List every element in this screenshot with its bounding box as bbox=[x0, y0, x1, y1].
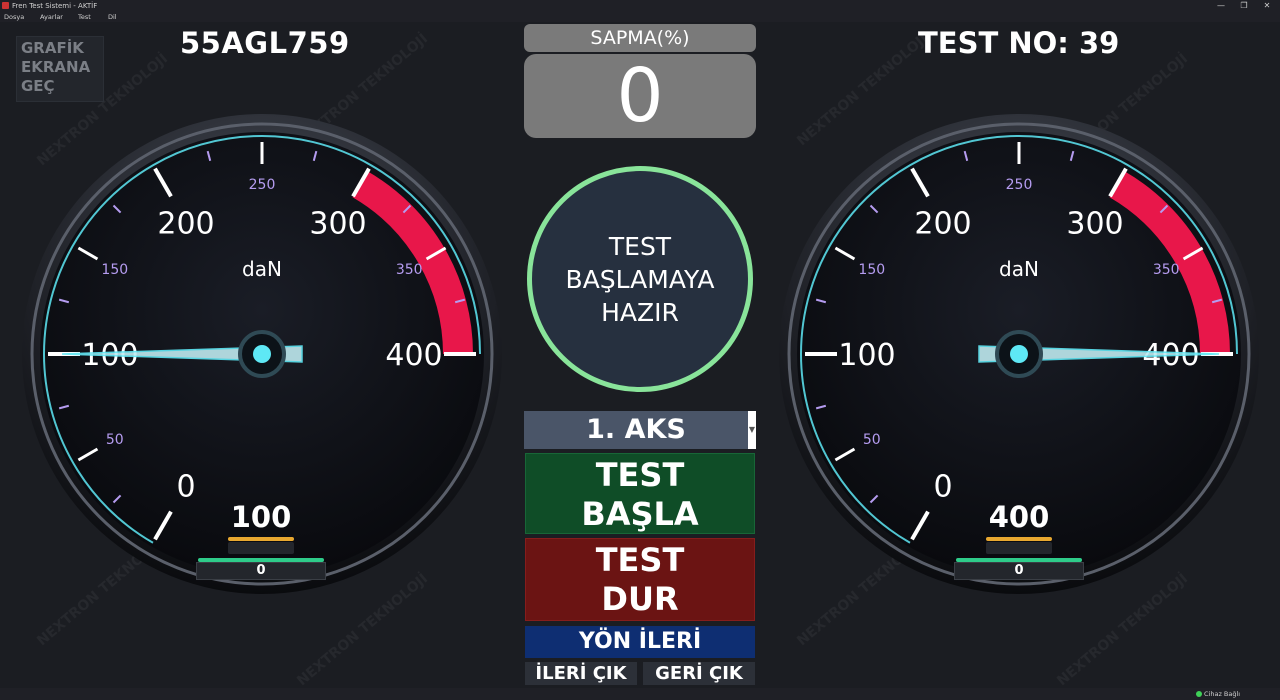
graphic-screen-button[interactable]: GRAFİK EKRANA GEÇ bbox=[16, 36, 104, 102]
right-readout-underline bbox=[986, 537, 1052, 541]
gauge-major-label: 100 bbox=[838, 338, 895, 373]
menu-test[interactable]: Test bbox=[78, 12, 91, 22]
right-force-readout: 400 bbox=[988, 500, 1050, 534]
gauge-unit-label: daN bbox=[999, 257, 1039, 281]
axle-select-value: 1. AKS bbox=[586, 414, 686, 445]
gauge-minor-label: 350 bbox=[396, 262, 423, 278]
gauge-minor-label: 350 bbox=[1153, 262, 1180, 278]
left-force-readout: 100 bbox=[230, 500, 292, 534]
axle-select[interactable]: 1. AKS ▼ bbox=[524, 411, 756, 449]
menu-dosya[interactable]: Dosya bbox=[4, 12, 24, 22]
gauge-major-label: 400 bbox=[385, 338, 442, 373]
exit-backward-button[interactable]: GERİ ÇIK bbox=[643, 662, 755, 685]
right-readout-box bbox=[986, 542, 1052, 554]
left-readout-box bbox=[228, 542, 294, 554]
stop-test-button[interactable]: TEST DUR bbox=[525, 538, 755, 621]
gauge-hub bbox=[253, 345, 271, 363]
status-bar: Cihaz Bağlı bbox=[0, 688, 1280, 700]
connection-status-icon bbox=[1196, 691, 1202, 697]
menu-ayarlar[interactable]: Ayarlar bbox=[40, 12, 63, 22]
test-status-text: TEST BAŞLAMAYA HAZIR bbox=[565, 231, 715, 327]
gauge-minor-label: 50 bbox=[106, 432, 124, 448]
gauge-major-label: 0 bbox=[176, 470, 195, 505]
menu-dil[interactable]: Dil bbox=[108, 12, 117, 22]
test-status-indicator: TEST BAŞLAMAYA HAZIR bbox=[527, 166, 753, 392]
close-icon[interactable]: ✕ bbox=[1254, 0, 1280, 12]
chevron-down-icon: ▼ bbox=[748, 425, 755, 434]
deviation-label: SAPMA(%) bbox=[524, 24, 756, 52]
title-bar: Fren Test Sistemi - AKTİF — ❐ ✕ bbox=[0, 0, 1280, 12]
gauge-minor-label: 150 bbox=[101, 262, 128, 278]
deviation-value: 0 bbox=[524, 54, 756, 138]
gauge-minor-label: 250 bbox=[1006, 177, 1033, 193]
window-title: Fren Test Sistemi - AKTİF bbox=[12, 2, 98, 10]
gauge-major-label: 300 bbox=[309, 206, 366, 241]
vehicle-plate: 55AGL759 bbox=[180, 26, 350, 60]
gauge-major-label: 0 bbox=[933, 470, 952, 505]
gauge-minor-label: 150 bbox=[858, 262, 885, 278]
graphic-screen-label: GRAFİK EKRANA GEÇ bbox=[21, 39, 91, 95]
main-panel: NEXTRON TEKNOLOJİ NEXTRON TEKNOLOJİ NEXT… bbox=[0, 22, 1280, 689]
gauge-minor-label: 250 bbox=[249, 177, 276, 193]
app-icon bbox=[2, 2, 9, 9]
gauge-minor-label: 50 bbox=[863, 432, 881, 448]
gauge-unit-label: daN bbox=[242, 257, 282, 281]
left-sub-readout: 0 bbox=[196, 562, 326, 580]
gauge-major-label: 200 bbox=[914, 206, 971, 241]
exit-forward-button[interactable]: İLERİ ÇIK bbox=[525, 662, 637, 685]
start-test-button[interactable]: TEST BAŞLA bbox=[525, 453, 755, 534]
right-sub-readout: 0 bbox=[954, 562, 1084, 580]
left-readout-underline bbox=[228, 537, 294, 541]
direction-button[interactable]: YÖN İLERİ bbox=[525, 626, 755, 658]
test-number: TEST NO: 39 bbox=[918, 26, 1120, 60]
gauge-major-label: 300 bbox=[1066, 206, 1123, 241]
gauge-hub bbox=[1010, 345, 1028, 363]
connection-status-text: Cihaz Bağlı bbox=[1204, 690, 1241, 698]
gauge-major-label: 200 bbox=[157, 206, 214, 241]
menu-bar: Dosya Ayarlar Test Dil bbox=[0, 12, 1280, 22]
